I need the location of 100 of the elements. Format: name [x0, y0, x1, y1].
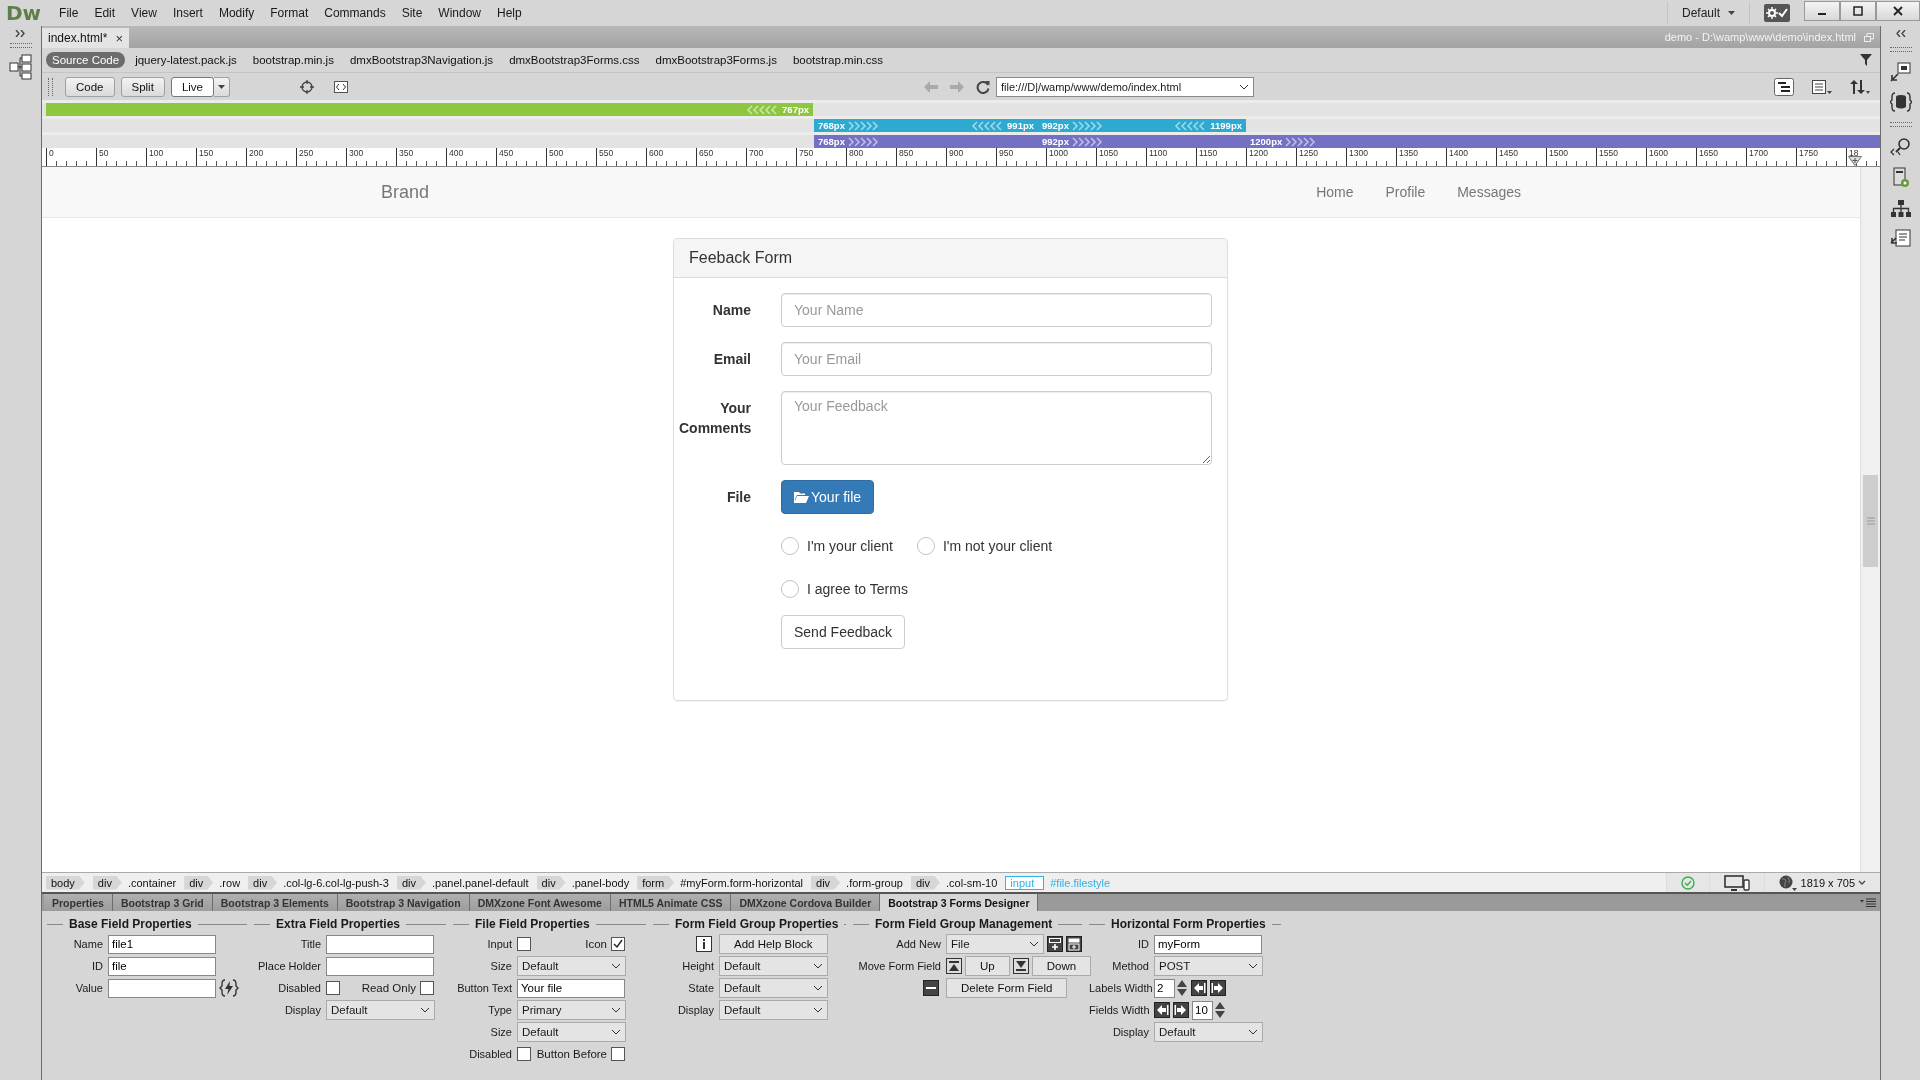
menu-item[interactable]: Format: [262, 3, 317, 23]
add-column-icon[interactable]: [1066, 936, 1082, 952]
text-field[interactable]: [326, 934, 434, 954]
nav-link[interactable]: Home: [1316, 184, 1354, 200]
list-options-icon[interactable]: [1812, 79, 1832, 94]
close-button[interactable]: [1876, 1, 1920, 21]
files-icon[interactable]: [1889, 62, 1912, 82]
expand-icon[interactable]: [14, 30, 27, 37]
tag-selector-item[interactable]: div .container: [92, 875, 177, 890]
text-field[interactable]: myForm: [1154, 934, 1262, 954]
chevron-down-icon[interactable]: [1239, 83, 1249, 90]
text-field[interactable]: file: [108, 956, 216, 976]
media-query-bar[interactable]: 992px: [1038, 135, 1246, 148]
sitemap-icon[interactable]: [1889, 199, 1912, 219]
nav-link[interactable]: Profile: [1385, 184, 1426, 200]
panel-tab[interactable]: Bootstrap 3 Grid: [112, 894, 213, 911]
arrow-right-icon[interactable]: [1210, 980, 1226, 996]
insert-panel-icon[interactable]: [8, 54, 33, 80]
filter-icon[interactable]: [1860, 54, 1872, 66]
view-button[interactable]: Code: [65, 76, 115, 97]
workspace-switcher[interactable]: Default: [1666, 2, 1750, 24]
dropdown[interactable]: Primary: [517, 1000, 626, 1020]
related-file[interactable]: dmxBootstrap3Forms.js: [649, 52, 783, 68]
ruler-marker-icon[interactable]: [1848, 156, 1862, 166]
file-button[interactable]: Your file: [781, 480, 875, 514]
dropdown[interactable]: POST: [1154, 956, 1263, 976]
tag-selector-item[interactable]: form #myForm.form-horizontal: [637, 875, 804, 890]
tag-selector-item[interactable]: div .col-sm-10: [910, 875, 998, 890]
nav-link[interactable]: Messages: [1457, 184, 1521, 200]
menu-item[interactable]: Window: [430, 3, 489, 23]
live-options-button[interactable]: [214, 76, 230, 97]
scroll-thumb[interactable]: [1863, 475, 1878, 567]
dropdown[interactable]: Default: [719, 1000, 828, 1020]
sync-settings-button[interactable]: [1764, 4, 1790, 22]
panel-tab[interactable]: DMXzone Cordova Builder: [731, 894, 881, 911]
sort-icon[interactable]: [1850, 79, 1870, 94]
checkbox[interactable]: [781, 580, 799, 598]
number-field[interactable]: 10: [1192, 1000, 1213, 1020]
related-file[interactable]: bootstrap.min.css: [786, 52, 890, 68]
checkbox[interactable]: [611, 937, 625, 951]
grip-handle[interactable]: [9, 43, 32, 48]
dropdown[interactable]: File: [946, 934, 1044, 954]
brand-link[interactable]: Brand: [381, 181, 430, 203]
related-file[interactable]: dmxBootstrap3Forms.css: [503, 52, 646, 68]
panel-menu-icon[interactable]: [1860, 898, 1876, 907]
lightning-icon[interactable]: [219, 978, 239, 998]
checkbox[interactable]: [517, 1047, 531, 1061]
menu-item[interactable]: Site: [393, 3, 431, 23]
media-query-bar[interactable]: 1200px: [1246, 135, 1880, 148]
document-tab[interactable]: index.html* ×: [42, 28, 129, 48]
radio-button[interactable]: [781, 537, 799, 555]
view-button[interactable]: Split: [120, 76, 165, 97]
database-icon[interactable]: [1889, 92, 1912, 112]
dropdown[interactable]: Default: [517, 956, 626, 976]
view-button[interactable]: Live: [170, 76, 214, 97]
tag-selector-item[interactable]: div .col-lg-6.col-lg-push-3: [248, 875, 389, 890]
panel-tab[interactable]: HTML5 Animate CSS: [610, 894, 732, 911]
minimize-button[interactable]: [1804, 1, 1840, 21]
panel-tab[interactable]: Bootstrap 3 Forms Designer: [880, 894, 1039, 911]
collapse-icon[interactable]: [1894, 30, 1907, 37]
check-circle-icon[interactable]: [1680, 875, 1695, 890]
code-navigator-icon[interactable]: [334, 80, 348, 93]
text-field[interactable]: file1: [108, 934, 216, 954]
number-field[interactable]: 2: [1154, 978, 1175, 998]
snippets-icon[interactable]: [1889, 229, 1912, 249]
spinner-icon[interactable]: [1214, 1001, 1226, 1019]
hierarchy-icon[interactable]: [1774, 77, 1794, 96]
text-field[interactable]: [326, 956, 434, 976]
panel-button[interactable]: Add Help Block: [719, 934, 828, 954]
send-button[interactable]: Send Feedback: [781, 615, 906, 649]
related-file[interactable]: Source Code: [46, 52, 126, 68]
arrow-left-icon[interactable]: [1191, 980, 1207, 996]
tag-selector-item[interactable]: div .form-group: [811, 875, 903, 890]
menu-item[interactable]: Modify: [210, 3, 263, 23]
info-icon[interactable]: [696, 936, 712, 952]
panel-tab[interactable]: Bootstrap 3 Navigation: [337, 894, 470, 911]
maximize-button[interactable]: [1840, 1, 1876, 21]
search-code-icon[interactable]: [1889, 137, 1912, 157]
menu-item[interactable]: File: [51, 3, 87, 23]
move-bottom-icon[interactable]: [1012, 958, 1029, 974]
tag-selector-item[interactable]: div .panel-body: [536, 875, 630, 890]
related-file[interactable]: jquery-latest.pack.js: [129, 52, 243, 68]
text-field[interactable]: Your Email: [781, 342, 1212, 376]
dropdown[interactable]: Default: [517, 1022, 626, 1042]
checkbox[interactable]: [420, 981, 434, 995]
device-preview-icon[interactable]: [1723, 874, 1750, 891]
related-file[interactable]: bootstrap.min.js: [246, 52, 340, 68]
dropdown[interactable]: Default: [326, 1000, 435, 1020]
panel-button[interactable]: Delete Form Field: [946, 978, 1068, 998]
dropdown[interactable]: Default: [719, 956, 828, 976]
checkbox[interactable]: [611, 1047, 625, 1061]
add-row-icon[interactable]: [1047, 936, 1063, 952]
inspect-icon[interactable]: [300, 79, 314, 94]
remove-icon[interactable]: [923, 980, 939, 996]
panel-tab[interactable]: DMXzone Font Awesome: [469, 894, 611, 911]
media-query-bar[interactable]: 768px: [814, 135, 1038, 148]
panel-button[interactable]: Down: [1031, 956, 1092, 976]
address-field[interactable]: file:///D|/wamp/www/demo/index.html: [996, 76, 1254, 97]
related-file[interactable]: dmxBootstrap3Navigation.js: [343, 52, 500, 68]
menu-item[interactable]: Help: [489, 3, 530, 23]
